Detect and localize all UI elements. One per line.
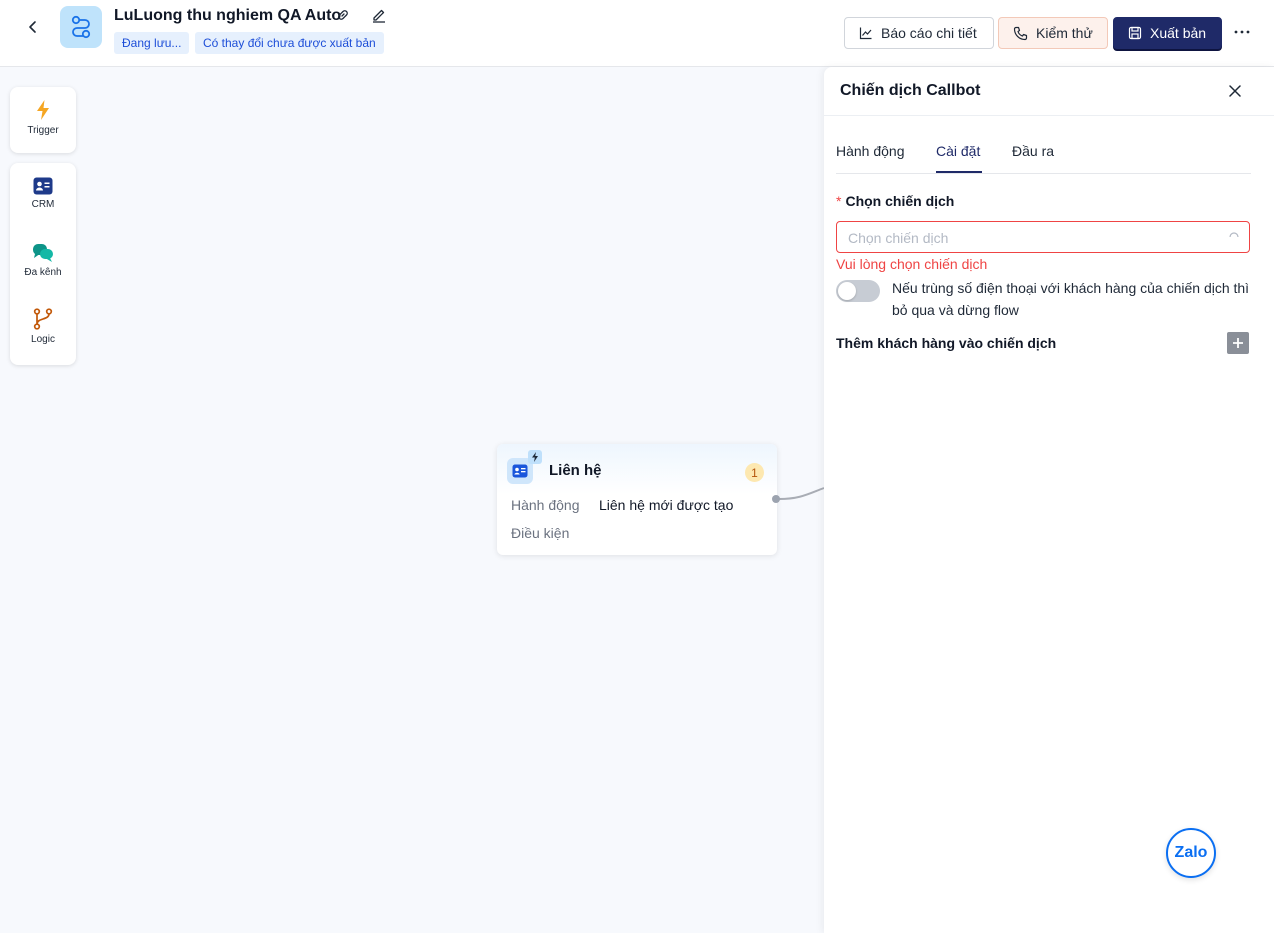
active-tab-indicator [936,171,982,173]
actions-toolbar-card: CRM Đa kênh Logic [10,163,76,365]
flow-app-icon [60,6,102,48]
omnichannel-tool[interactable]: Đa kênh [10,243,76,278]
node-output-port[interactable] [772,495,780,503]
zalo-label: Zalo [1174,844,1208,861]
required-marker: * [836,193,842,209]
edit-title-button[interactable] [370,6,388,24]
publish-label: Xuất bản [1150,25,1207,41]
tab-action[interactable]: Hành động [836,143,905,159]
publish-button[interactable]: Xuất bản [1113,17,1222,49]
panel-title: Chiến dịch Callbot [840,82,981,99]
detail-report-button[interactable]: Báo cáo chi tiết [844,17,994,49]
logic-tool[interactable]: Logic [10,308,76,345]
campaign-field-label: * Chọn chiến dịch [836,193,954,209]
loading-spinner-icon [1229,232,1239,238]
flow-icon [71,15,91,39]
skip-duplicate-toggle[interactable] [836,280,880,302]
campaign-label-text: Chọn chiến dịch [845,193,955,209]
lightning-icon [37,100,49,120]
contact-card-icon [33,177,53,195]
trigger-tool[interactable]: Trigger [10,99,76,136]
unpublished-status-badge: Có thay đổi chưa được xuất bản [195,32,384,54]
back-button[interactable] [22,16,44,38]
callbot-campaign-panel: Chiến dịch Callbot Hành động Cài đặt Đầu… [824,67,1274,933]
save-icon [1128,26,1142,40]
trigger-toolbar-card: Trigger [10,87,76,153]
panel-header-divider [824,115,1274,116]
node-condition-label: Điều kiện [511,525,570,541]
tab-settings[interactable]: Cài đặt [936,143,980,159]
tab-output[interactable]: Đầu ra [1012,143,1054,159]
zalo-chat-widget[interactable]: Zalo [1166,828,1216,878]
node-count-badge: 1 [745,463,764,482]
copy-link-button[interactable] [334,6,352,24]
close-icon [1229,85,1241,97]
panel-close-button[interactable] [1225,81,1245,101]
plus-icon [1233,338,1243,348]
phone-icon [1013,26,1028,40]
contact-card-icon [512,464,528,478]
link-icon [338,10,348,20]
node-title: Liên hệ [549,462,602,479]
more-options-button[interactable] [1232,22,1252,42]
chat-bubbles-icon [33,244,53,262]
contact-trigger-node[interactable]: Liên hệ 1 Hành động Liên hệ mới được tạo… [497,444,780,555]
tabs-baseline [836,173,1251,174]
chevron-left-icon [29,21,36,33]
branch-icon [33,308,53,330]
campaign-error-message: Vui lòng chọn chiến dịch [836,256,988,272]
lightning-icon [532,452,538,462]
flow-title: LuLuong thu nghiem QA Auto [114,7,342,24]
saving-status-badge: Đang lưu... [114,32,190,54]
crm-tool[interactable]: CRM [10,177,76,210]
campaign-select[interactable]: Chọn chiến dịch [836,221,1250,253]
crm-label: CRM [31,199,55,210]
skip-duplicate-description: Nếu trùng số điện thoại với khách hàng c… [892,280,1250,318]
detail-report-label: Báo cáo chi tiết [881,25,977,41]
node-trigger-badge [528,450,542,464]
omnichannel-label: Đa kênh [24,267,62,278]
node-action-label: Hành động [511,497,580,513]
campaign-select-placeholder: Chọn chiến dịch [848,230,949,246]
logic-label: Logic [31,334,55,345]
toggle-knob [838,282,856,300]
node-action-value: Liên hệ mới được tạo [599,497,734,513]
add-customers-button[interactable] [1227,332,1249,354]
add-customers-title: Thêm khách hàng vào chiến dịch [836,335,1057,351]
test-button[interactable]: Kiểm thử [998,17,1108,49]
top-header: LuLuong thu nghiem QA Auto Đang lưu... C… [0,0,1274,67]
pencil-icon [373,9,385,23]
test-label: Kiểm thử [1036,25,1093,41]
trigger-label: Trigger [27,125,59,136]
more-horizontal-icon [1234,30,1250,34]
chart-line-icon [859,27,872,40]
